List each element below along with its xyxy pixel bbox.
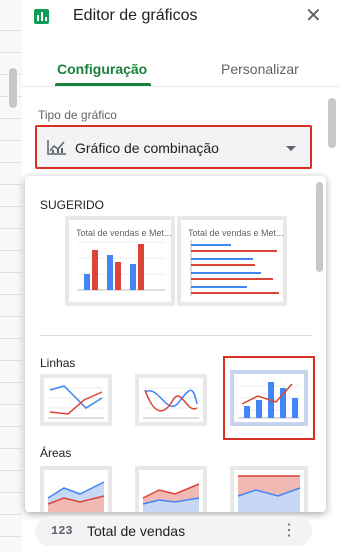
series-footer: 123 Total de vendas ⋮ [22, 508, 339, 552]
smooth-line-chart-preview [143, 387, 199, 419]
close-icon[interactable]: ✕ [305, 4, 322, 28]
stacked-area-chart-preview [142, 483, 200, 512]
chart-type-select[interactable]: Gráfico de combinação [35, 125, 312, 169]
chart-type-label: Tipo de gráfico [38, 108, 117, 122]
full-stacked-area-chart-preview [237, 475, 301, 512]
number-format-icon: 123 [51, 524, 73, 538]
suggested-heading: SUGERIDO [40, 198, 105, 212]
chart-type-value: Gráfico de combinação [75, 140, 219, 156]
editor-header: Editor de gráficos ✕ [22, 0, 339, 36]
series-label: Total de vendas [87, 523, 186, 539]
lines-heading: Linhas [40, 356, 76, 370]
series-chip[interactable]: 123 Total de vendas ⋮ [35, 516, 312, 546]
line-chart-option[interactable] [40, 374, 112, 426]
more-vert-icon[interactable]: ⋮ [281, 520, 297, 540]
suggested-bar-chart[interactable]: Total de vendas e Met... [177, 216, 287, 306]
chart-type-dropdown: SUGERIDO Total de vendas e Met... Total … [25, 176, 326, 512]
combo-chart-option[interactable] [230, 370, 308, 426]
area-chart-preview [47, 481, 105, 512]
panel-scrollbar[interactable] [328, 98, 336, 148]
areas-heading: Áreas [40, 446, 72, 460]
tab-personalizar[interactable]: Personalizar [221, 61, 299, 77]
dropdown-scrollbar[interactable] [316, 182, 323, 272]
stacked-area-chart-option[interactable] [135, 466, 207, 512]
full-stacked-area-chart-option[interactable] [230, 466, 308, 512]
spreadsheet-background [0, 0, 23, 552]
chart-editor-panel: Editor de gráficos ✕ Configuração Person… [22, 0, 339, 552]
line-chart-preview [48, 385, 104, 419]
area-chart-option[interactable] [40, 466, 112, 512]
section-divider [40, 335, 312, 336]
tab-configuracao[interactable]: Configuração [57, 61, 147, 77]
tabs-divider [22, 86, 339, 87]
sheet-scrollbar[interactable] [9, 68, 17, 108]
suggested-column-chart[interactable]: Total de vendas e Met... [65, 216, 175, 306]
column-chart-preview [77, 241, 165, 291]
combo-chart-preview [238, 382, 300, 419]
chevron-down-icon [286, 146, 296, 151]
editor-title: Editor de gráficos [73, 7, 198, 24]
chart-icon [34, 9, 49, 24]
bar-chart-preview [190, 240, 279, 296]
combo-chart-icon [47, 140, 66, 155]
smooth-line-chart-option[interactable] [135, 374, 207, 426]
